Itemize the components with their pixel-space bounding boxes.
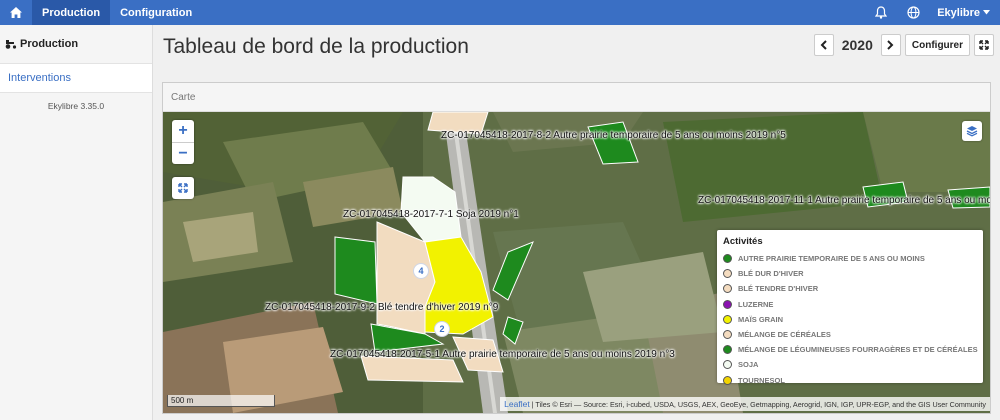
legend-item: MAÏS GRAIN: [723, 312, 983, 327]
legend-item: SOJA: [723, 357, 983, 372]
nav-configuration[interactable]: Configuration: [110, 0, 202, 25]
activities-legend: Activités AUTRE PRAIRIE TEMPORAIRE DE 5 …: [717, 230, 983, 385]
map-layers-button[interactable]: [962, 121, 982, 141]
legend-item: LUZERNE: [723, 297, 983, 312]
legend-color: [723, 330, 732, 340]
user-name: Ekylibre: [937, 6, 980, 19]
layers-icon: [966, 126, 978, 137]
main-content: Tableau de bord de la production 2020 Co…: [153, 25, 1000, 420]
legend-color: [723, 284, 732, 294]
legend-item: BLÉ DUR D'HIVER: [723, 266, 983, 281]
legend-label: MÉLANGE DE CÉRÉALES: [738, 330, 831, 340]
legend-label: MAÏS GRAIN: [738, 314, 783, 324]
legend-color: [723, 254, 732, 264]
chevron-left-icon: [820, 40, 827, 50]
sidebar: Production Interventions Ekylibre 3.35.0: [0, 25, 153, 420]
current-year: 2020: [841, 37, 873, 53]
page-toolbar: 2020 Configurer: [813, 34, 994, 56]
map-card-header: Carte: [163, 83, 990, 112]
plot-label[interactable]: ZC-017045418-2017-11-1 Autre prairie tem…: [698, 195, 990, 206]
bell-icon: [875, 6, 888, 19]
map-scale: 500 m: [167, 395, 275, 407]
legend-label: AUTRE PRAIRIE TEMPORAIRE DE 5 ANS OU MOI…: [738, 254, 925, 264]
map-view[interactable]: + − ZC-017045418-2017-8-2 Autre prairie …: [163, 112, 990, 413]
legend-item: AUTRE PRAIRIE TEMPORAIRE DE 5 ANS OU MOI…: [723, 251, 983, 266]
globe-icon: [907, 6, 920, 19]
tractor-icon: [5, 40, 17, 49]
app-version: Ekylibre 3.35.0: [47, 101, 105, 111]
cluster-marker[interactable]: 2: [434, 321, 450, 337]
legend-item: BLÉ TENDRE D'HIVER: [723, 281, 983, 296]
legend-color: [723, 269, 732, 279]
sidebar-section-production: Production: [0, 25, 152, 63]
plot-label[interactable]: ZC-017045418-2017-9-2 Blé tendre d'hiver…: [265, 302, 498, 313]
legend-label: MÉLANGE DE LÉGUMINEUSES FOURRAGÈRES ET D…: [738, 345, 978, 355]
legend-label: TOURNESOL: [738, 375, 785, 385]
zoom-out-button[interactable]: −: [172, 142, 194, 164]
sidebar-item-interventions[interactable]: Interventions: [0, 63, 152, 93]
attribution-text: | Tiles © Esri — Source: Esri, i-cubed, …: [531, 400, 986, 409]
map-attribution: Leaflet | Tiles © Esri — Source: Esri, i…: [500, 397, 990, 411]
nav-production[interactable]: Production: [32, 0, 111, 25]
plot-label[interactable]: ZC-017045418-2017-7-1 Soja 2019 n°1: [343, 209, 519, 220]
legend-title: Activités: [723, 236, 763, 247]
legend-color: [723, 299, 732, 309]
expand-icon: [979, 40, 989, 50]
plot-label[interactable]: ZC-017045418-2017-8-2 Autre prairie temp…: [441, 130, 786, 141]
caret-down-icon: [983, 10, 990, 15]
zoom-in-button[interactable]: +: [172, 120, 194, 142]
leaflet-link[interactable]: Leaflet: [504, 399, 530, 409]
legend-item: TOURNESOL: [723, 373, 983, 388]
fullscreen-icon: [178, 183, 188, 193]
chevron-right-icon: [887, 40, 894, 50]
legend-color: [723, 314, 732, 324]
zoom-control: + −: [172, 120, 194, 164]
configure-button[interactable]: Configurer: [904, 34, 970, 56]
legend-label: BLÉ TENDRE D'HIVER: [738, 284, 819, 294]
legend-item: MÉLANGE DE CÉRÉALES: [723, 327, 983, 342]
sidebar-section-label: Production: [20, 38, 79, 50]
cluster-marker[interactable]: 4: [413, 263, 429, 279]
top-navbar: Production Configuration Ekylibre: [0, 0, 1000, 25]
plot-label[interactable]: ZC-017045418-2017-5-1 Autre prairie temp…: [330, 349, 675, 360]
legend-color: [723, 345, 732, 355]
home-icon: [10, 7, 22, 18]
user-menu[interactable]: Ekylibre: [929, 7, 1000, 19]
map-card: Carte + − ZC-017045418-2017-8-2 Autre pr…: [162, 82, 991, 414]
expand-button[interactable]: [974, 34, 994, 56]
legend-color: [723, 375, 732, 385]
legend-color: [723, 360, 732, 370]
home-button[interactable]: [0, 0, 32, 25]
legend-item: MÉLANGE DE LÉGUMINEUSES FOURRAGÈRES ET D…: [723, 342, 983, 357]
legend-label: SOJA: [738, 360, 759, 370]
previous-year-button[interactable]: [813, 34, 834, 56]
notifications-button[interactable]: [865, 0, 897, 25]
legend-label: BLÉ DUR D'HIVER: [738, 269, 804, 279]
page-title: Tableau de bord de la production: [163, 35, 469, 58]
language-button[interactable]: [897, 0, 929, 25]
legend-label: LUZERNE: [738, 299, 774, 309]
next-year-button[interactable]: [880, 34, 901, 56]
map-fullscreen-button[interactable]: [172, 177, 194, 199]
